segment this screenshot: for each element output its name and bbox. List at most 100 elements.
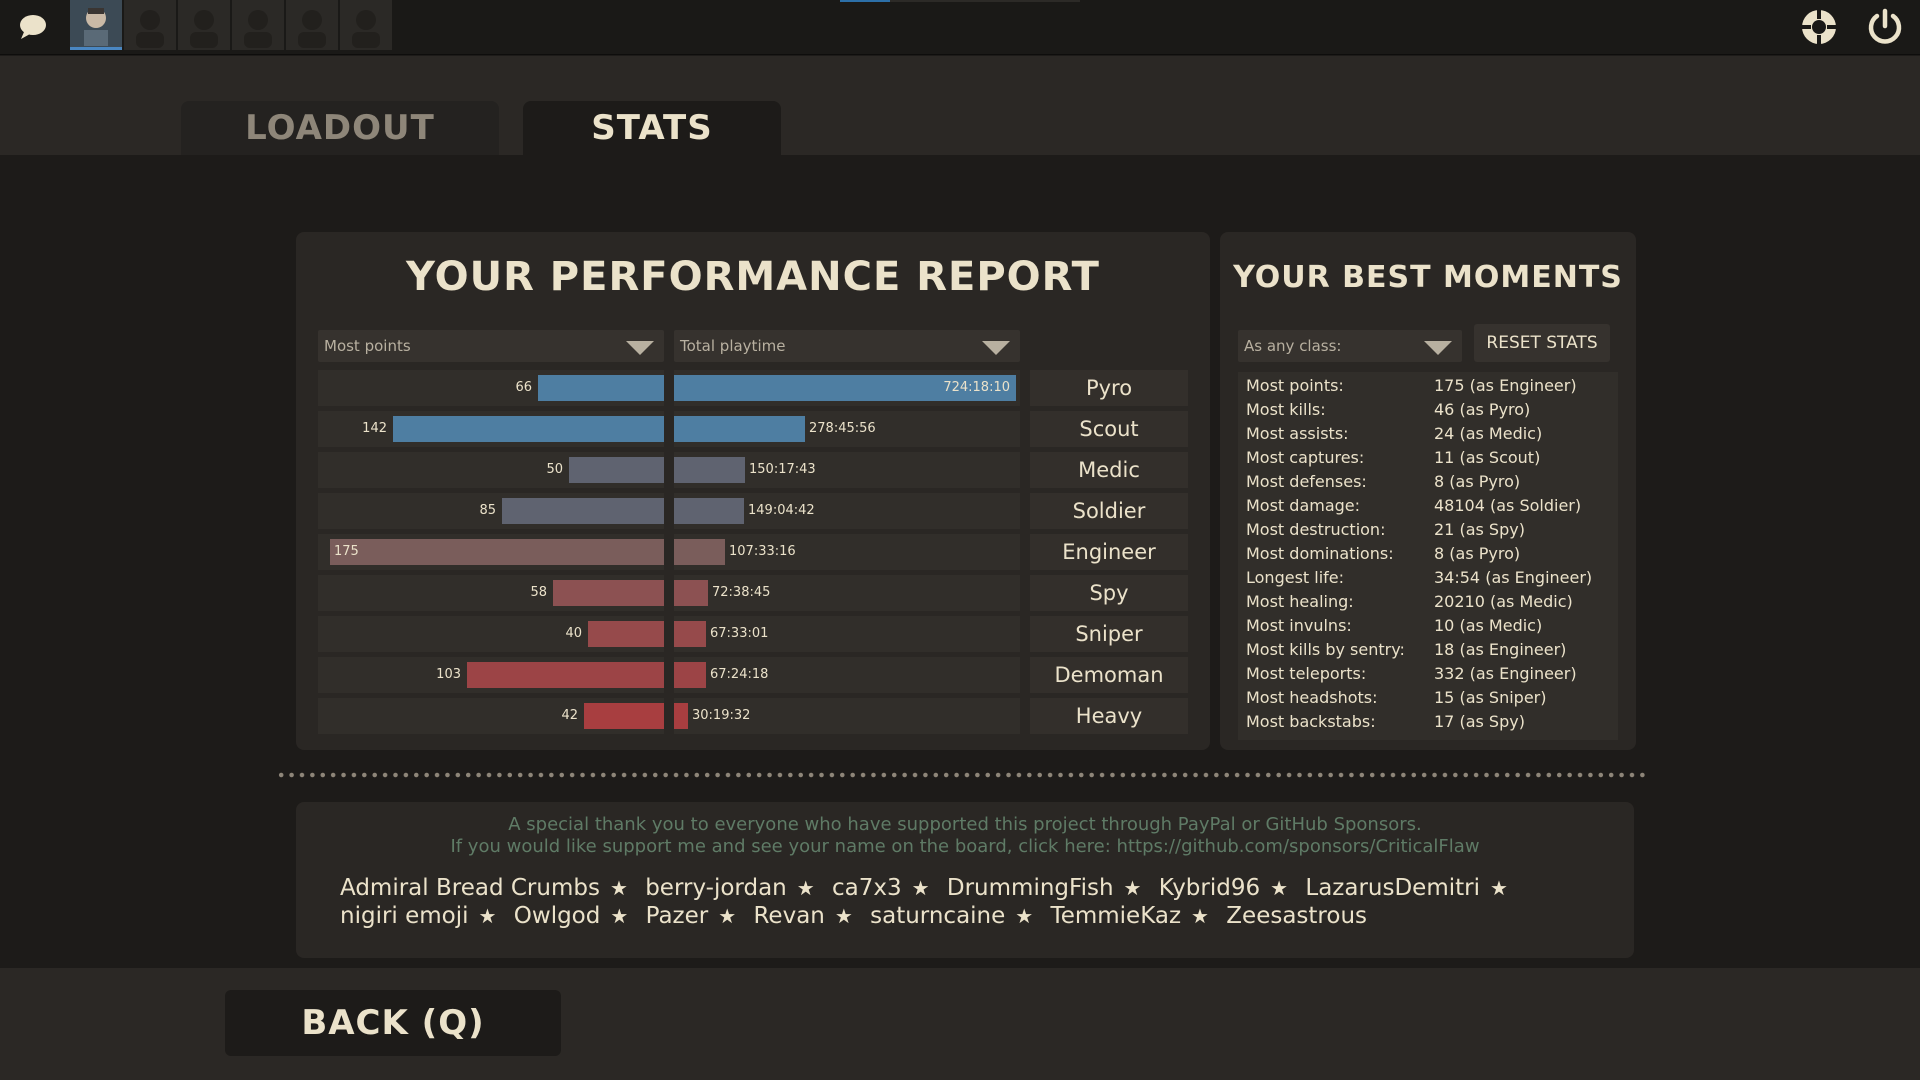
moment-value: 8 (as Pyro) (1434, 472, 1521, 491)
chevron-down-icon (982, 341, 1010, 355)
sponsor-link[interactable]: If you would like support me and see you… (296, 836, 1634, 857)
points-dropdown-value: Most points (324, 337, 411, 355)
silhouette-icon (136, 10, 164, 48)
party-slot-empty[interactable] (178, 0, 230, 50)
party-slot-empty[interactable] (286, 0, 338, 50)
moment-value: 18 (as Engineer) (1434, 640, 1567, 659)
playtime-bar (674, 703, 688, 729)
top-progress-strip (840, 0, 1080, 2)
playtime-cell: 150:17:43 (674, 452, 1020, 488)
moment-value: 34:54 (as Engineer) (1434, 568, 1593, 587)
moment-label: Most dominations: (1246, 544, 1394, 563)
points-value: 175 (334, 544, 359, 559)
playtime-bar (674, 498, 744, 524)
party-slot-self-avatar[interactable] (70, 0, 122, 50)
thanks-message: A special thank you to everyone who have… (508, 814, 1422, 835)
moment-row: Most defenses: 8 (as Pyro) (1238, 468, 1618, 492)
tab-loadout[interactable]: LOADOUT (181, 101, 499, 155)
points-value: 58 (530, 585, 547, 600)
points-bar (393, 416, 664, 442)
moment-value: 48104 (as Soldier) (1434, 496, 1582, 515)
power-icon[interactable] (1866, 8, 1904, 46)
moment-row: Most points: 175 (as Engineer) (1238, 372, 1618, 396)
playtime-value: 67:24:18 (710, 667, 769, 682)
points-bar (584, 703, 664, 729)
best-moments-panel: YOUR BEST MOMENTS As any class: RESET ST… (1220, 232, 1636, 750)
chevron-down-icon (1424, 341, 1452, 355)
star-icon: ★ (1123, 876, 1142, 900)
playtime-cell: 30:19:32 (674, 698, 1020, 734)
class-name: Medic (1030, 452, 1188, 488)
party-slot-empty[interactable] (232, 0, 284, 50)
moment-row: Most damage: 48104 (as Soldier) (1238, 492, 1618, 516)
moment-value: 15 (as Sniper) (1434, 688, 1547, 707)
class-name: Sniper (1030, 616, 1188, 652)
moment-value: 332 (as Engineer) (1434, 664, 1577, 683)
silhouette-icon (352, 10, 380, 48)
playtime-value: 30:19:32 (692, 708, 751, 723)
moment-value: 24 (as Medic) (1434, 424, 1543, 443)
moment-row: Most backstabs: 17 (as Spy) (1238, 708, 1618, 732)
moment-row: Most headshots: 15 (as Sniper) (1238, 684, 1618, 708)
points-cell: 42 (318, 698, 664, 734)
star-icon: ★ (1490, 876, 1508, 900)
moment-label: Most assists: (1246, 424, 1349, 443)
tab-stats[interactable]: STATS (523, 101, 781, 155)
class-filter-dropdown[interactable]: As any class: (1238, 330, 1462, 362)
points-cell: 103 (318, 657, 664, 693)
playtime-value: 107:33:16 (729, 544, 796, 559)
supporter-name: Admiral Bread Crumbs (340, 875, 600, 901)
class-row: 58 72:38:45 Spy (318, 575, 1188, 611)
moment-label: Most teleports: (1246, 664, 1367, 683)
points-cell: 58 (318, 575, 664, 611)
supporter-name: saturncaine (870, 903, 1006, 929)
playtime-value: 150:17:43 (749, 462, 816, 477)
supporter-name: Owlgod (513, 903, 601, 929)
silhouette-icon (244, 10, 272, 48)
points-value: 42 (561, 708, 578, 723)
points-bar (330, 539, 664, 565)
playtime-bar (674, 416, 805, 442)
moment-value: 46 (as Pyro) (1434, 400, 1531, 419)
playtime-value: 72:38:45 (712, 585, 771, 600)
supporter-name: Kybrid96 (1158, 875, 1261, 901)
moment-row: Most captures: 11 (as Scout) (1238, 444, 1618, 468)
points-stat-dropdown[interactable]: Most points (318, 330, 664, 362)
supporters-panel: A special thank you to everyone who have… (296, 802, 1634, 958)
points-bar (569, 457, 664, 483)
supporter-name: ca7x3 (832, 875, 902, 901)
reset-stats-button[interactable]: RESET STATS (1474, 324, 1610, 362)
class-name: Demoman (1030, 657, 1188, 693)
moment-label: Most captures: (1246, 448, 1365, 467)
party-slot-empty[interactable] (124, 0, 176, 50)
moment-value: 11 (as Scout) (1434, 448, 1541, 467)
playtime-cell: 107:33:16 (674, 534, 1020, 570)
points-bar (502, 498, 664, 524)
star-icon: ★ (610, 904, 629, 928)
moment-label: Most kills: (1246, 400, 1326, 419)
points-value: 50 (546, 462, 563, 477)
playtime-stat-dropdown[interactable]: Total playtime (674, 330, 1020, 362)
best-moments-title: YOUR BEST MOMENTS (1233, 260, 1623, 295)
back-button[interactable]: BACK (Q) (225, 990, 561, 1056)
playtime-cell: 72:38:45 (674, 575, 1020, 611)
chat-bubble-icon[interactable] (18, 14, 48, 40)
star-icon: ★ (718, 904, 737, 928)
class-name: Spy (1030, 575, 1188, 611)
settings-icon[interactable] (1800, 8, 1838, 46)
points-value: 66 (515, 380, 532, 395)
moment-row: Most kills: 46 (as Pyro) (1238, 396, 1618, 420)
best-moments-list: Most points: 175 (as Engineer) Most kills:… (1238, 372, 1618, 740)
class-name: Heavy (1030, 698, 1188, 734)
points-cell: 40 (318, 616, 664, 652)
chevron-down-icon (626, 341, 654, 355)
class-filter-value: As any class: (1244, 337, 1342, 355)
supporter-name: LazarusDemitri (1305, 875, 1480, 901)
points-bar (553, 580, 664, 606)
points-cell: 175 (318, 534, 664, 570)
party-slot-empty[interactable] (340, 0, 392, 50)
dotted-divider (276, 770, 1650, 780)
playtime-cell: 724:18:10 (674, 370, 1020, 406)
star-icon: ★ (911, 876, 930, 900)
class-row: 42 30:19:32 Heavy (318, 698, 1188, 734)
